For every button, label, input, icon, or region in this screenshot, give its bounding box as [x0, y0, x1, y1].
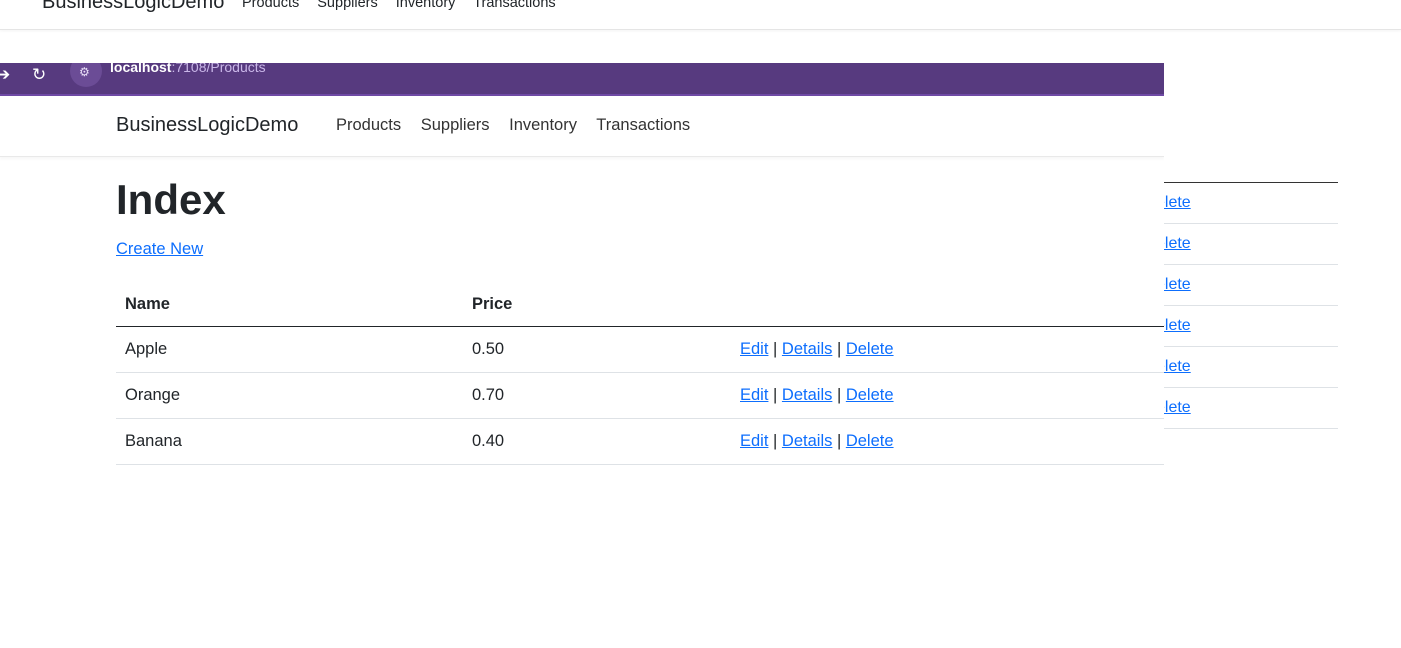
nav-link-suppliers[interactable]: Suppliers — [421, 116, 490, 134]
create-new-link[interactable]: Create New — [116, 240, 203, 259]
background-navbar: BusinessLogicDemo Products Suppliers Inv… — [0, 0, 1401, 30]
product-price: 0.40 — [472, 432, 505, 450]
url-host: localhost — [110, 63, 172, 75]
action-separator: | — [773, 340, 778, 358]
product-price: 0.50 — [472, 340, 505, 358]
background-nav-suppliers[interactable]: Suppliers — [317, 0, 377, 11]
background-table-row: elete — [1156, 183, 1338, 224]
product-name: Banana — [125, 432, 182, 450]
delete-link[interactable]: Delete — [846, 340, 894, 358]
background-table-row: elete — [1156, 224, 1338, 265]
table-row: Orange 0.70 Edit | Details | Delete — [116, 373, 1164, 419]
column-header-name: Name — [125, 295, 170, 313]
background-table-row: elete — [1156, 388, 1338, 429]
background-nav-transactions[interactable]: Transactions — [473, 0, 555, 11]
table-row: Banana 0.40 Edit | Details | Delete — [116, 419, 1164, 465]
background-nav-inventory[interactable]: Inventory — [396, 0, 456, 11]
tune-icon: ⚙ — [79, 65, 90, 79]
details-link[interactable]: Details — [782, 340, 832, 358]
edit-link[interactable]: Edit — [740, 340, 768, 358]
navbar-brand[interactable]: BusinessLogicDemo — [116, 114, 298, 137]
site-info-button[interactable]: ⚙ — [70, 63, 102, 87]
background-table-row: elete — [1156, 265, 1338, 306]
action-separator: | — [836, 386, 842, 404]
product-name: Orange — [125, 386, 181, 404]
product-price: 0.70 — [472, 386, 505, 404]
forward-arrow-icon[interactable]: ➔ — [0, 65, 10, 85]
row-actions: Edit | Details | Delete — [740, 432, 894, 451]
navbar-links: Products Suppliers Inventory Transaction… — [336, 116, 705, 135]
row-actions: Edit | Details | Delete — [740, 340, 894, 359]
details-link[interactable]: Details — [782, 386, 832, 404]
table-header: Name Price — [116, 284, 1164, 327]
background-nav-products[interactable]: Products — [242, 0, 299, 11]
background-table-row: elete — [1156, 306, 1338, 347]
url-path: :7108/Products — [171, 63, 266, 75]
details-link[interactable]: Details — [782, 432, 832, 450]
column-header-price: Price — [472, 295, 513, 313]
action-separator: | — [836, 432, 842, 450]
background-brand[interactable]: BusinessLogicDemo — [42, 0, 224, 14]
table-row: Apple 0.50 Edit | Details | Delete — [116, 327, 1164, 373]
action-separator: | — [836, 340, 842, 358]
nav-link-products[interactable]: Products — [336, 116, 401, 134]
nav-link-transactions[interactable]: Transactions — [596, 116, 690, 134]
delete-link[interactable]: Delete — [846, 432, 894, 450]
delete-link[interactable]: Delete — [846, 386, 894, 404]
products-table: Name Price Apple 0.50 Edit | Details | D… — [116, 284, 1164, 465]
page-title: Index — [116, 176, 226, 223]
background-table-row: elete — [1156, 347, 1338, 388]
foreground-screenshot: ➔ ↻ ⚙ localhost:7108/Products BusinessLo… — [0, 63, 1164, 483]
background-table-fragment: elete elete elete elete elete elete — [1156, 182, 1338, 429]
nav-link-inventory[interactable]: Inventory — [509, 116, 577, 134]
product-name: Apple — [125, 340, 168, 358]
edit-link[interactable]: Edit — [740, 386, 768, 404]
url-field[interactable]: localhost:7108/Products — [110, 63, 266, 75]
action-separator: | — [773, 432, 778, 450]
site-navbar: BusinessLogicDemo Products Suppliers Inv… — [0, 94, 1164, 157]
action-separator: | — [773, 386, 778, 404]
edit-link[interactable]: Edit — [740, 432, 768, 450]
background-nav-links: Products Suppliers Inventory Transaction… — [242, 0, 570, 11]
browser-address-bar: ➔ ↻ ⚙ localhost:7108/Products — [0, 63, 1164, 96]
row-actions: Edit | Details | Delete — [740, 386, 894, 405]
reload-icon[interactable]: ↻ — [32, 65, 46, 85]
